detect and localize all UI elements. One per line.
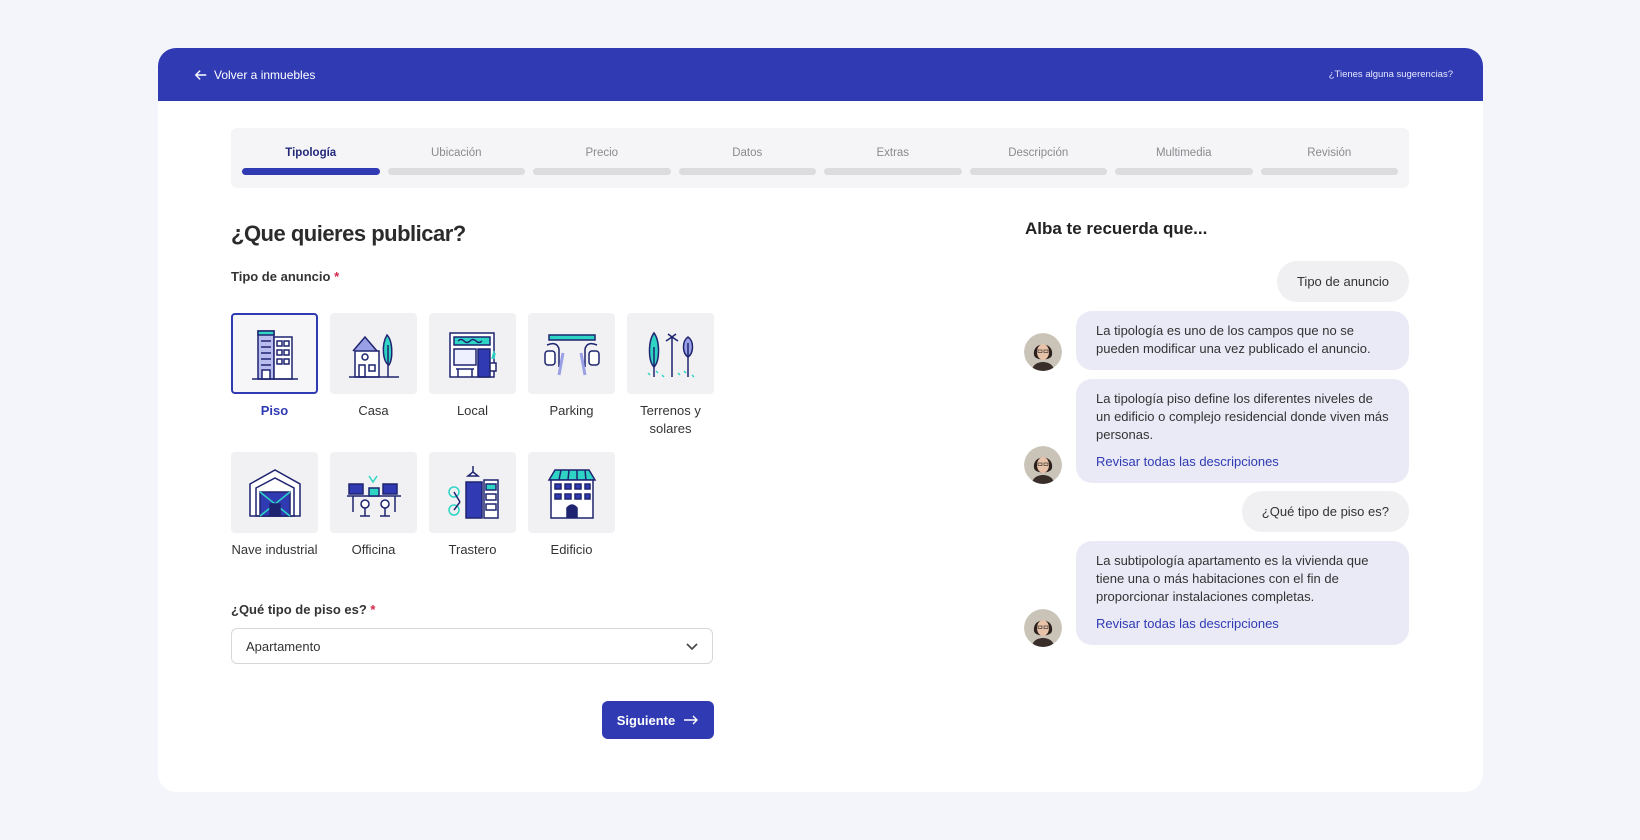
- property-type-grid: Piso Casa Local Parking Terrenos y solar…: [231, 313, 721, 581]
- progress-stepper: Tipología Ubicación Precio Datos Extras …: [231, 128, 1409, 188]
- top-bar: Volver a inmuebles ¿Tienes alguna sugere…: [158, 48, 1483, 101]
- chat-bot-message: La tipología piso define los diferentes …: [1076, 379, 1409, 483]
- type-label: Piso: [260, 403, 289, 418]
- step-label: Extras: [876, 147, 910, 159]
- type-label: Parking: [549, 403, 594, 418]
- step-label: Revisión: [1307, 147, 1352, 159]
- step-progress-bar: [1115, 168, 1253, 175]
- house-icon: [348, 333, 399, 378]
- chat-bot-message: La subtipología apartamento es la vivien…: [1076, 541, 1409, 645]
- arrow-left-icon: [194, 69, 207, 80]
- apartment-building-icon: [251, 329, 298, 380]
- review-descriptions-link[interactable]: Revisar todas las descripciones: [1096, 453, 1389, 471]
- type-label: Casa: [358, 403, 389, 418]
- publish-card: Volver a inmuebles ¿Tienes alguna sugere…: [158, 48, 1483, 792]
- type-tile: [330, 452, 417, 533]
- type-tile: [528, 313, 615, 394]
- required-mark: *: [334, 269, 340, 284]
- back-link-label: Volver a inmuebles: [214, 67, 316, 82]
- step-descripcion[interactable]: Descripción: [969, 128, 1107, 188]
- type-label: Terrenos y solares: [640, 403, 701, 436]
- type-field-label: Tipo de anuncio *: [231, 269, 339, 284]
- parking-icon: [543, 333, 600, 375]
- type-label: Edificio: [550, 542, 593, 557]
- assistant-title: Alba te recuerda que...: [1025, 219, 1208, 238]
- type-label: Nave industrial: [231, 542, 318, 557]
- subtype-select[interactable]: Apartamento: [231, 628, 713, 664]
- type-option-nave-industrial[interactable]: Nave industrial: [231, 452, 318, 581]
- step-progress-bar: [242, 168, 380, 175]
- type-option-officina[interactable]: Officina: [330, 452, 417, 581]
- arrow-right-icon: [684, 715, 699, 725]
- type-option-terrenos[interactable]: Terrenos y solares: [627, 313, 714, 442]
- subtype-select-value: Apartamento: [246, 638, 321, 654]
- step-label: Descripción: [1008, 147, 1069, 159]
- step-progress-bar: [678, 168, 816, 175]
- subtype-label-text: ¿Qué tipo de piso es?: [231, 602, 367, 617]
- office-desk-icon: [346, 475, 401, 517]
- assistant-avatar-icon: [1024, 446, 1062, 484]
- type-option-casa[interactable]: Casa: [330, 313, 417, 442]
- step-progress-bar: [387, 168, 525, 175]
- step-label: Multimedia: [1155, 147, 1212, 159]
- next-button[interactable]: Siguiente: [602, 701, 714, 739]
- review-descriptions-link[interactable]: Revisar todas las descripciones: [1096, 615, 1389, 633]
- step-progress-bar: [1260, 168, 1398, 175]
- avatar: [1024, 609, 1062, 647]
- type-label: Local: [456, 403, 489, 418]
- next-button-label: Siguiente: [616, 712, 676, 728]
- chat-bot-text: La tipología piso define los diferentes …: [1096, 391, 1389, 442]
- page-title: ¿Que quieres publicar?: [231, 221, 466, 246]
- required-mark: *: [370, 602, 376, 617]
- type-label: Officina: [351, 542, 396, 557]
- type-tile: [429, 452, 516, 533]
- type-option-edificio[interactable]: Edificio: [528, 452, 615, 581]
- type-tile: [627, 313, 714, 394]
- step-extras[interactable]: Extras: [824, 128, 962, 188]
- assistant-avatar-icon: [1024, 609, 1062, 647]
- type-tile: [231, 452, 318, 533]
- type-label-text: Tipo de anuncio: [231, 269, 331, 284]
- type-option-parking[interactable]: Parking: [528, 313, 615, 442]
- step-label: Ubicación: [431, 147, 482, 159]
- type-option-piso[interactable]: Piso: [231, 313, 318, 442]
- avatar: [1024, 446, 1062, 484]
- warehouse-icon: [248, 468, 301, 517]
- step-revision[interactable]: Revisión: [1260, 128, 1398, 188]
- step-multimedia[interactable]: Multimedia: [1115, 128, 1253, 188]
- chat-user-message: ¿Qué tipo de piso es?: [1241, 491, 1409, 532]
- suggestions-link[interactable]: ¿Tienes alguna sugerencias?: [1329, 69, 1453, 80]
- step-progress-bar: [533, 168, 671, 175]
- type-tile: [231, 313, 318, 394]
- step-label: Datos: [732, 147, 763, 159]
- back-to-listings-link[interactable]: Volver a inmuebles: [194, 68, 315, 82]
- step-tipologia[interactable]: Tipología: [242, 128, 380, 188]
- building-icon: [547, 468, 596, 519]
- step-label: Precio: [585, 147, 619, 159]
- step-progress-bar: [824, 168, 962, 175]
- step-ubicacion[interactable]: Ubicación: [387, 128, 525, 188]
- avatar: [1024, 333, 1062, 371]
- step-datos[interactable]: Datos: [678, 128, 816, 188]
- step-precio[interactable]: Precio: [533, 128, 671, 188]
- chat-bot-message: La tipología es uno de los campos que no…: [1076, 311, 1409, 370]
- chat-user-message: Tipo de anuncio: [1276, 261, 1409, 302]
- type-label: Trastero: [448, 542, 497, 557]
- type-option-local[interactable]: Local: [429, 313, 516, 442]
- type-tile: [429, 313, 516, 394]
- type-tile: [528, 452, 615, 533]
- chat-bot-text: La subtipología apartamento es la vivien…: [1096, 553, 1369, 604]
- assistant-avatar-icon: [1024, 333, 1062, 371]
- land-trees-icon: [646, 331, 695, 378]
- type-option-trastero[interactable]: Trastero: [429, 452, 516, 581]
- chevron-down-icon: [686, 643, 698, 651]
- step-progress-bar: [969, 168, 1107, 175]
- step-label: Tipología: [285, 147, 337, 159]
- storefront-icon: [448, 331, 497, 378]
- chat-bot-text: La tipología es uno de los campos que no…: [1096, 323, 1371, 356]
- subtype-field-label: ¿Qué tipo de piso es? *: [231, 602, 375, 617]
- storage-room-icon: [447, 465, 499, 519]
- type-tile: [330, 313, 417, 394]
